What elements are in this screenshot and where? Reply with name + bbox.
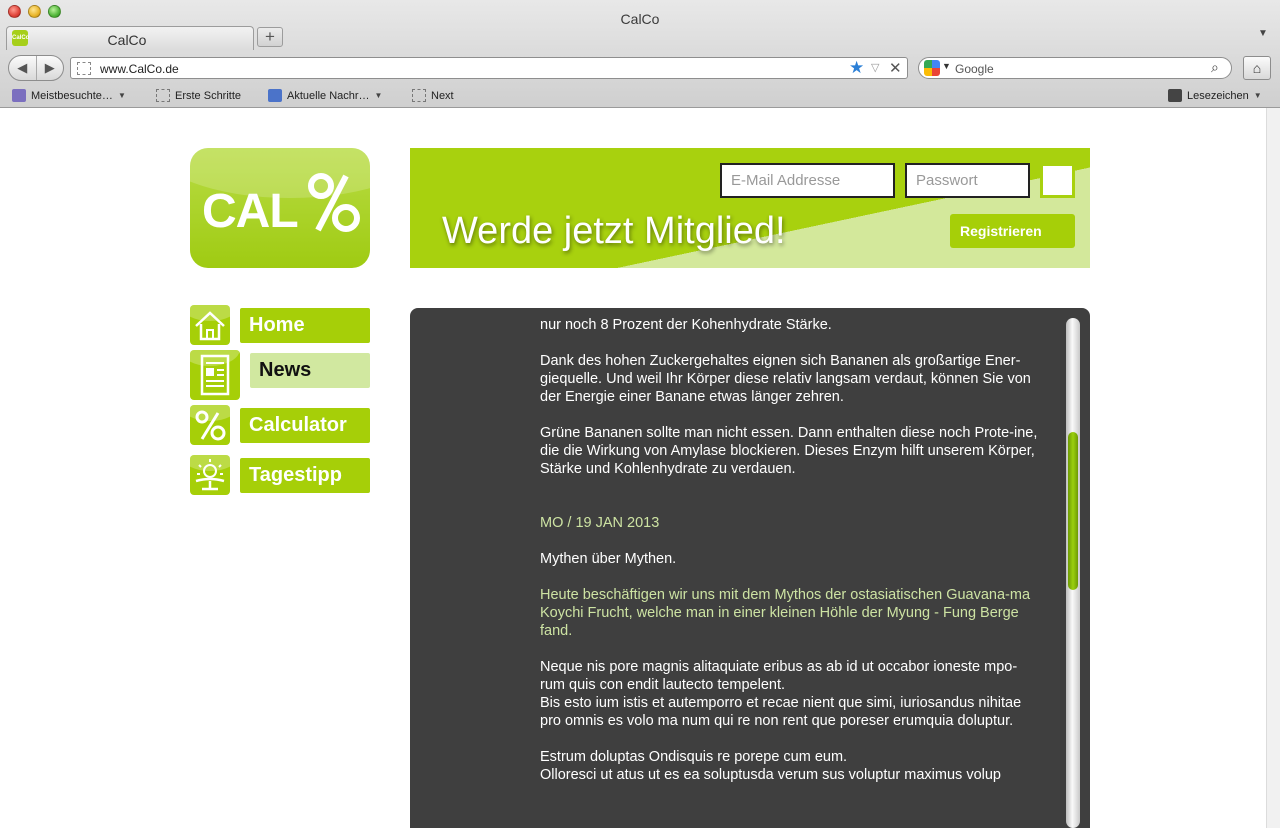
article-paragraph: Olloresci ut atus ut es ea soluptusda ve… (540, 767, 1001, 783)
new-tab-button[interactable]: + (257, 27, 283, 47)
article-paragraph: Estrum doluptas Ondisquis re porepe cum … (540, 749, 848, 765)
nav-label: Home (240, 308, 370, 343)
bookmark-label: Next (431, 89, 454, 102)
article-paragraph: Bis esto ium istis et autemporro et reca… (540, 695, 1022, 729)
search-icon[interactable]: ⌕ (1211, 59, 1219, 76)
article-paragraph: Neque nis pore magnis alitaquiate eribus… (540, 659, 1018, 693)
bookmarks-menu-label: Lesezeichen (1187, 89, 1249, 102)
news-article-text: nur noch 8 Prozent der Kohenhydrate Stär… (540, 308, 1040, 802)
content-scrollbar-thumb[interactable] (1068, 432, 1078, 590)
back-icon[interactable]: ◀ (9, 56, 37, 80)
calco-logo[interactable]: CAL (190, 148, 370, 268)
register-button[interactable]: Registrieren (950, 214, 1075, 248)
nav-item-home[interactable]: Home (190, 305, 370, 345)
chevron-down-icon: ▼ (117, 91, 126, 100)
percent-icon (190, 405, 230, 445)
bookmark-news[interactable]: Aktuelle Nachr… ▼ (268, 89, 382, 102)
url-history-dropdown-icon[interactable]: ▽ (871, 61, 879, 74)
banner-title: Werde jetzt Mitglied! (442, 210, 786, 252)
article-headline: Mythen über Mythen. (540, 551, 677, 567)
page-icon (412, 89, 426, 102)
signup-banner: Werde jetzt Mitglied! Registrieren (410, 148, 1090, 268)
url-bar[interactable]: www.CalCo.de ★ ▽ ✕ (70, 57, 908, 79)
email-field[interactable] (720, 163, 895, 198)
rss-icon (268, 89, 282, 102)
bookmark-label: Meistbesuchte… (31, 89, 113, 102)
tab-title: CalCo (107, 32, 147, 48)
article-date: MO / 19 JAN 2013 (540, 515, 660, 531)
site-identity-icon[interactable] (77, 62, 91, 75)
forward-icon[interactable]: ▶ (37, 56, 64, 80)
most-visited-icon (12, 89, 26, 102)
bookmarks-toolbar: Meistbesuchte… ▼ Erste Schritte Aktuelle… (0, 86, 1280, 106)
bookmarks-menu[interactable]: Lesezeichen ▼ (1168, 89, 1262, 102)
close-icon[interactable]: ✕ (889, 59, 902, 77)
bookmark-most-visited[interactable]: Meistbesuchte… ▼ (12, 89, 126, 102)
nav-item-news[interactable]: News (190, 350, 370, 400)
page-icon (156, 89, 170, 102)
url-text[interactable]: www.CalCo.de (100, 62, 179, 76)
engine-dropdown-icon[interactable]: ▼ (942, 61, 951, 71)
nav-item-calculator[interactable]: Calculator (190, 405, 370, 445)
bookmarks-icon (1168, 89, 1182, 102)
bookmark-next[interactable]: Next (412, 89, 454, 102)
home-icon[interactable]: ⌂ (1243, 56, 1271, 80)
login-button[interactable] (1040, 163, 1075, 198)
article-paragraph: nur noch 8 Prozent der Kohenhydrate Stär… (540, 317, 832, 333)
browser-chrome: CalCo CalCo CalCo + ▼ ◀ ▶ www.CalCo.de ★… (0, 0, 1280, 108)
bookmark-star-icon[interactable]: ★ (849, 58, 864, 78)
house-icon (190, 305, 230, 345)
bookmark-label: Aktuelle Nachr… (287, 89, 370, 102)
newspaper-icon (190, 350, 240, 400)
chevron-down-icon: ▼ (1253, 91, 1262, 100)
window-title: CalCo (620, 11, 660, 27)
bookmark-label: Erste Schritte (175, 89, 242, 102)
tab-list-icon[interactable]: ▼ (1258, 28, 1268, 39)
article-paragraph: Dank des hohen Zuckergehaltes eignen sic… (540, 353, 1031, 405)
bookmark-first-steps[interactable]: Erste Schritte (156, 89, 241, 102)
browser-tab[interactable]: CalCo CalCo (6, 26, 254, 50)
page-scrollbar[interactable] (1266, 108, 1280, 828)
sun-icon (190, 455, 230, 495)
article-paragraph: Grüne Bananen sollte man nicht essen. Da… (540, 425, 1038, 477)
news-content-panel: nur noch 8 Prozent der Kohenhydrate Stär… (410, 308, 1090, 828)
percent-logo-icon (308, 173, 360, 232)
search-input[interactable]: Google (955, 62, 994, 76)
nav-item-tagestipp[interactable]: Tagestipp (190, 455, 370, 495)
search-bar[interactable]: ▼ Google ⌕ (918, 57, 1232, 79)
logo-text: CAL (202, 185, 299, 238)
history-buttons: ◀ ▶ (8, 55, 64, 81)
title-bar: CalCo (0, 0, 1280, 27)
article-teaser: Heute beschäftigen wir uns mit dem Mytho… (540, 587, 1031, 639)
password-field[interactable] (905, 163, 1030, 198)
nav-label: Tagestipp (240, 458, 370, 493)
nav-label: Calculator (240, 408, 370, 443)
chevron-down-icon: ▼ (374, 91, 383, 100)
nav-label: News (250, 353, 370, 388)
google-icon[interactable] (924, 60, 940, 76)
